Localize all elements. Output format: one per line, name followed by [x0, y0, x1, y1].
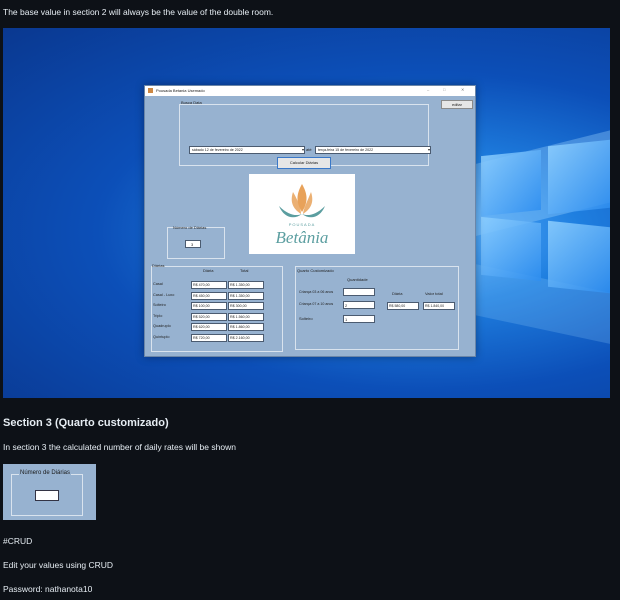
- crianca-a-label: Criança 03 a 06 anos: [299, 290, 334, 294]
- room-diaria-value: R$ 450,00: [193, 293, 210, 298]
- quantidade-header: Quantidade: [347, 277, 368, 282]
- room-diaria-field: R$ 720,00: [191, 333, 227, 342]
- room-total-field: R$ 1.860,00: [228, 323, 264, 331]
- calendar-dropdown-icon[interactable]: ▾: [302, 147, 304, 152]
- room-diaria-value: R$ 520,00: [193, 314, 210, 319]
- numero-diarias-thumbnail: Número de Diárias: [3, 464, 96, 520]
- custom-total-field: R$ 1.840,00: [423, 302, 455, 310]
- room-total-value: R$ 2.160,00: [230, 335, 250, 340]
- logo-subtitle: POUSADA: [288, 222, 316, 227]
- numero-diarias-value: 3: [191, 242, 194, 247]
- section3-heading: Section 3 (Quarto customizado): [3, 417, 169, 429]
- room-total-value: R$ 1.350,00: [230, 293, 250, 298]
- room-diaria-value: R$ 720,00: [193, 335, 210, 340]
- custom-total-header: Valor total: [425, 291, 443, 296]
- custom-diaria-value: R$ 580,00: [389, 304, 406, 308]
- crianca-b-label: Criança 07 a 10 anos: [299, 302, 334, 306]
- room-diaria-value: R$ 470,00: [193, 283, 210, 287]
- solteiro-custom-label: Solteiro: [299, 316, 313, 321]
- room-total-field: R$ 1.350,00: [228, 291, 264, 300]
- room-diaria-field: R$ 450,00: [191, 291, 227, 300]
- crianca-a-input[interactable]: [343, 288, 375, 296]
- numero-diarias-label: Número de Diárias: [173, 225, 207, 230]
- room-diaria-field: R$ 100,00: [191, 302, 227, 310]
- room-diaria-field: R$ 620,00: [191, 323, 227, 331]
- room-total-value: R$ 1.350,00: [230, 283, 250, 287]
- room-diaria-value: R$ 100,00: [193, 304, 210, 308]
- minimize-icon[interactable]: –: [427, 87, 429, 92]
- solteiro-custom-value: 1: [345, 317, 348, 322]
- room-total-field: R$ 1.560,00: [228, 312, 264, 321]
- crud-heading: #CRUD: [3, 536, 33, 546]
- close-icon[interactable]: ✕: [461, 87, 464, 92]
- editar-button[interactable]: editar: [441, 100, 473, 109]
- app-window: Pousada Betania Usemado – □ ✕ editar Bus…: [144, 85, 476, 357]
- quarto-customizado-label: Quarto Customizado: [297, 268, 334, 273]
- ate-label: até: [306, 147, 312, 152]
- date-from-value: sábado 12 de fevereiro de 2022: [192, 148, 243, 152]
- room-total-value: R$ 1.860,00: [230, 325, 250, 329]
- room-total-field: R$ 2.160,00: [228, 333, 264, 342]
- window-title: Pousada Betania Usemado: [156, 88, 205, 93]
- app-icon: [148, 88, 153, 93]
- custom-diaria-header: Diária: [392, 291, 403, 296]
- col-total-header: Total: [240, 268, 249, 273]
- intro-text: The base value in section 2 will always …: [3, 7, 274, 17]
- room-name: Quíntuplo: [153, 334, 170, 339]
- crud-text: Edit your values using CRUD: [3, 560, 114, 570]
- date-to-value: terça-feira 15 de fevereiro de 2022: [318, 148, 374, 152]
- col-diaria-header: Diária: [203, 268, 214, 273]
- thumb-field: [35, 490, 59, 501]
- section3-text: In section 3 the calculated number of da…: [3, 442, 236, 452]
- maximize-icon[interactable]: □: [443, 87, 445, 92]
- desktop-screenshot: Pousada Betania Usemado – □ ✕ editar Bus…: [3, 28, 610, 398]
- room-total-value: R$ 1.560,00: [230, 314, 250, 319]
- room-name: Quadruplo: [153, 324, 171, 328]
- date-from-picker[interactable]: sábado 12 de fevereiro de 2022 ▾: [189, 146, 305, 154]
- room-name: Casal: [153, 282, 163, 286]
- solteiro-custom-input[interactable]: 1: [343, 315, 375, 323]
- logo-name: Betânia: [275, 228, 329, 247]
- room-diaria-field: R$ 520,00: [191, 312, 227, 321]
- pousada-betania-logo: POUSADA Betânia: [249, 174, 355, 254]
- crianca-b-input[interactable]: 2: [343, 301, 375, 309]
- date-to-picker[interactable]: terça-feira 15 de fevereiro de 2022 ▾: [315, 146, 431, 154]
- room-total-value: R$ 300,00: [230, 304, 247, 308]
- room-diaria-field: R$ 470,00: [191, 281, 227, 289]
- room-name: Solteiro: [153, 303, 166, 307]
- custom-diaria-field: R$ 580,00: [387, 302, 419, 310]
- custom-total-value: R$ 1.840,00: [425, 304, 445, 308]
- calendar-dropdown-icon[interactable]: ▾: [428, 147, 430, 152]
- password-text: Password: nathanota10: [3, 584, 93, 594]
- diarias-label: Diárias: [152, 263, 165, 268]
- crianca-b-value: 2: [345, 303, 348, 308]
- room-total-field: R$ 1.350,00: [228, 281, 264, 289]
- calcular-diarias-button[interactable]: Calcular Diárias: [277, 157, 331, 169]
- room-diaria-value: R$ 620,00: [193, 325, 210, 329]
- room-total-field: R$ 300,00: [228, 302, 264, 310]
- busca-data-label: Busca Data: [181, 100, 202, 105]
- room-name: Triplo: [153, 313, 163, 318]
- room-name: Casal - Luxo: [153, 292, 175, 297]
- numero-diarias-field: 3: [185, 240, 201, 248]
- thumb-label: Número de Diárias: [19, 470, 72, 476]
- title-bar: Pousada Betania Usemado – □ ✕: [145, 86, 475, 96]
